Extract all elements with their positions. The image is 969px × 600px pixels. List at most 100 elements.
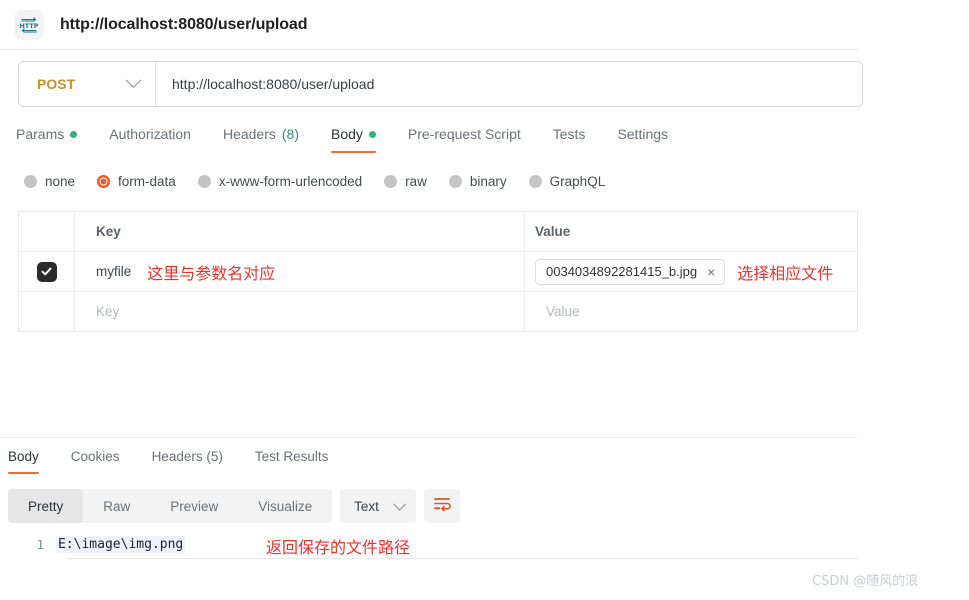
chevron-down-icon (393, 497, 406, 511)
radio-icon (384, 175, 398, 188)
tab-headers-count: (8) (281, 126, 299, 142)
format-button-pretty[interactable]: Pretty (8, 489, 84, 523)
http-icon: HTTP (14, 9, 44, 40)
word-wrap-icon (433, 496, 451, 517)
tab-settings[interactable]: Settings (617, 126, 686, 153)
table-header-row: Key Value (19, 212, 857, 252)
tab-pre-request-script[interactable]: Pre-request Script (408, 126, 539, 153)
body-type-form-data-label: form-data (118, 174, 176, 189)
unsaved-dot-icon (368, 130, 376, 138)
active-tab-underline (8, 471, 39, 474)
empty-row-key-cell: Key (75, 292, 525, 331)
response-tab-test-results[interactable]: Test Results (255, 449, 329, 474)
body-type-graphql-label: GraphQL (549, 174, 606, 189)
body-type-urlencoded-label: x-www-form-urlencoded (218, 174, 363, 189)
format-segmented-control: Pretty Raw Preview Visualize (8, 489, 333, 523)
response-tabs: Body Cookies Headers (5) Test Results (8, 449, 360, 474)
method-selector[interactable]: POST (19, 62, 156, 106)
body-type-none[interactable]: none (24, 174, 75, 189)
tab-headers[interactable]: Headers (8) (223, 126, 317, 153)
response-type-dropdown[interactable]: Text (340, 489, 416, 523)
response-tab-cookies[interactable]: Cookies (71, 449, 120, 474)
response-tab-body-label: Body (8, 449, 39, 464)
row-key-cell: myfile 这里与参数名对应 (75, 252, 525, 291)
empty-row-value-cell: Value (525, 292, 857, 331)
svg-text:HTTP: HTTP (20, 22, 39, 30)
column-header-key: Key (96, 224, 121, 239)
chevron-down-icon (125, 71, 142, 88)
header-value-cell: Value (525, 212, 857, 251)
tab-authorization[interactable]: Authorization (109, 126, 209, 153)
active-tab-underline (331, 150, 376, 153)
request-url-bar: POST http://localhost:8080/user/upload (18, 61, 863, 107)
format-button-visualize[interactable]: Visualize (238, 489, 332, 523)
unsaved-dot-icon (70, 130, 78, 138)
column-header-value: Value (535, 224, 571, 239)
tab-params[interactable]: Params (16, 126, 95, 153)
key-input[interactable]: myfile (96, 264, 131, 279)
row-enabled-checkbox[interactable] (36, 261, 57, 282)
tab-params-label: Params (16, 126, 65, 142)
row-value-cell: 0034034892281415_b.jpg × 选择相应文件 (525, 252, 857, 291)
format-button-preview[interactable]: Preview (150, 489, 238, 523)
response-tab-headers[interactable]: Headers (5) (152, 449, 223, 474)
response-type-value: Text (354, 498, 379, 514)
close-icon[interactable]: × (707, 265, 715, 279)
radio-icon (197, 175, 211, 188)
method-label: POST (37, 76, 76, 92)
tab-body-label: Body (331, 126, 363, 142)
response-format-toolbar: Pretty Raw Preview Visualize Text (8, 489, 460, 523)
body-type-none-label: none (45, 174, 76, 189)
row-checkbox-cell (19, 252, 75, 291)
value-annotation: 选择相应文件 (737, 263, 834, 283)
response-body-viewer[interactable]: 1 E:\image\img.png (0, 533, 858, 555)
tab-authorization-label: Authorization (109, 126, 191, 142)
tab-headers-label: Headers (222, 126, 276, 142)
body-type-raw-label: raw (405, 174, 427, 189)
form-data-table: Key Value myfile 这里与参数名对应 00340348922814… (18, 211, 858, 332)
page-title: http://localhost:8080/user/upload (60, 15, 308, 33)
code-line-underline (66, 558, 858, 559)
code-line: 1 E:\image\img.png (0, 533, 858, 555)
header-checkbox-cell (19, 212, 75, 251)
response-tab-body[interactable]: Body (8, 449, 39, 474)
empty-row-checkbox-cell (19, 292, 75, 331)
window-titlebar: HTTP http://localhost:8080/user/upload (0, 0, 858, 50)
body-type-graphql[interactable]: GraphQL (528, 174, 606, 189)
radio-selected-icon (97, 175, 111, 188)
response-tab-headers-label: Headers (5) (151, 449, 223, 464)
radio-icon (448, 175, 462, 188)
word-wrap-button[interactable] (423, 489, 460, 523)
file-chip[interactable]: 0034034892281415_b.jpg × (535, 258, 726, 285)
body-type-binary[interactable]: binary (448, 174, 507, 189)
radio-icon (528, 175, 542, 188)
response-annotation: 返回保存的文件路径 (266, 538, 411, 557)
tab-pre-request-script-label: Pre-request Script (407, 126, 521, 142)
url-input[interactable]: http://localhost:8080/user/upload (156, 62, 374, 106)
request-tabs: Params Authorization Headers (8) Body Pr… (16, 126, 700, 153)
header-key-cell: Key (75, 212, 525, 251)
response-divider (0, 437, 858, 438)
code-text: E:\image\img.png (56, 535, 186, 553)
tab-tests[interactable]: Tests (553, 126, 604, 153)
watermark: CSDN @随风的浪 (812, 574, 919, 589)
tab-body[interactable]: Body (331, 126, 394, 153)
response-tab-cookies-label: Cookies (70, 449, 120, 464)
response-tab-test-results-label: Test Results (254, 449, 329, 464)
key-annotation: 这里与参数名对应 (147, 263, 276, 283)
tab-tests-label: Tests (552, 126, 586, 142)
tab-settings-label: Settings (617, 126, 669, 142)
key-input-placeholder[interactable]: Key (96, 304, 119, 319)
body-type-binary-label: binary (469, 174, 507, 189)
body-type-x-www-form-urlencoded[interactable]: x-www-form-urlencoded (197, 174, 363, 189)
table-row: myfile 这里与参数名对应 0034034892281415_b.jpg ×… (19, 252, 857, 292)
body-type-form-data[interactable]: form-data (97, 174, 176, 189)
table-empty-row: Key Value (19, 292, 857, 332)
file-name-label: 0034034892281415_b.jpg (546, 264, 698, 279)
value-input-placeholder[interactable]: Value (546, 304, 580, 319)
format-button-raw[interactable]: Raw (83, 489, 150, 523)
body-type-raw[interactable]: raw (384, 174, 427, 189)
body-type-radio-group: none form-data x-www-form-urlencoded raw… (24, 174, 627, 189)
postman-window: HTTP http://localhost:8080/user/upload P… (0, 0, 969, 600)
radio-icon (24, 175, 37, 188)
